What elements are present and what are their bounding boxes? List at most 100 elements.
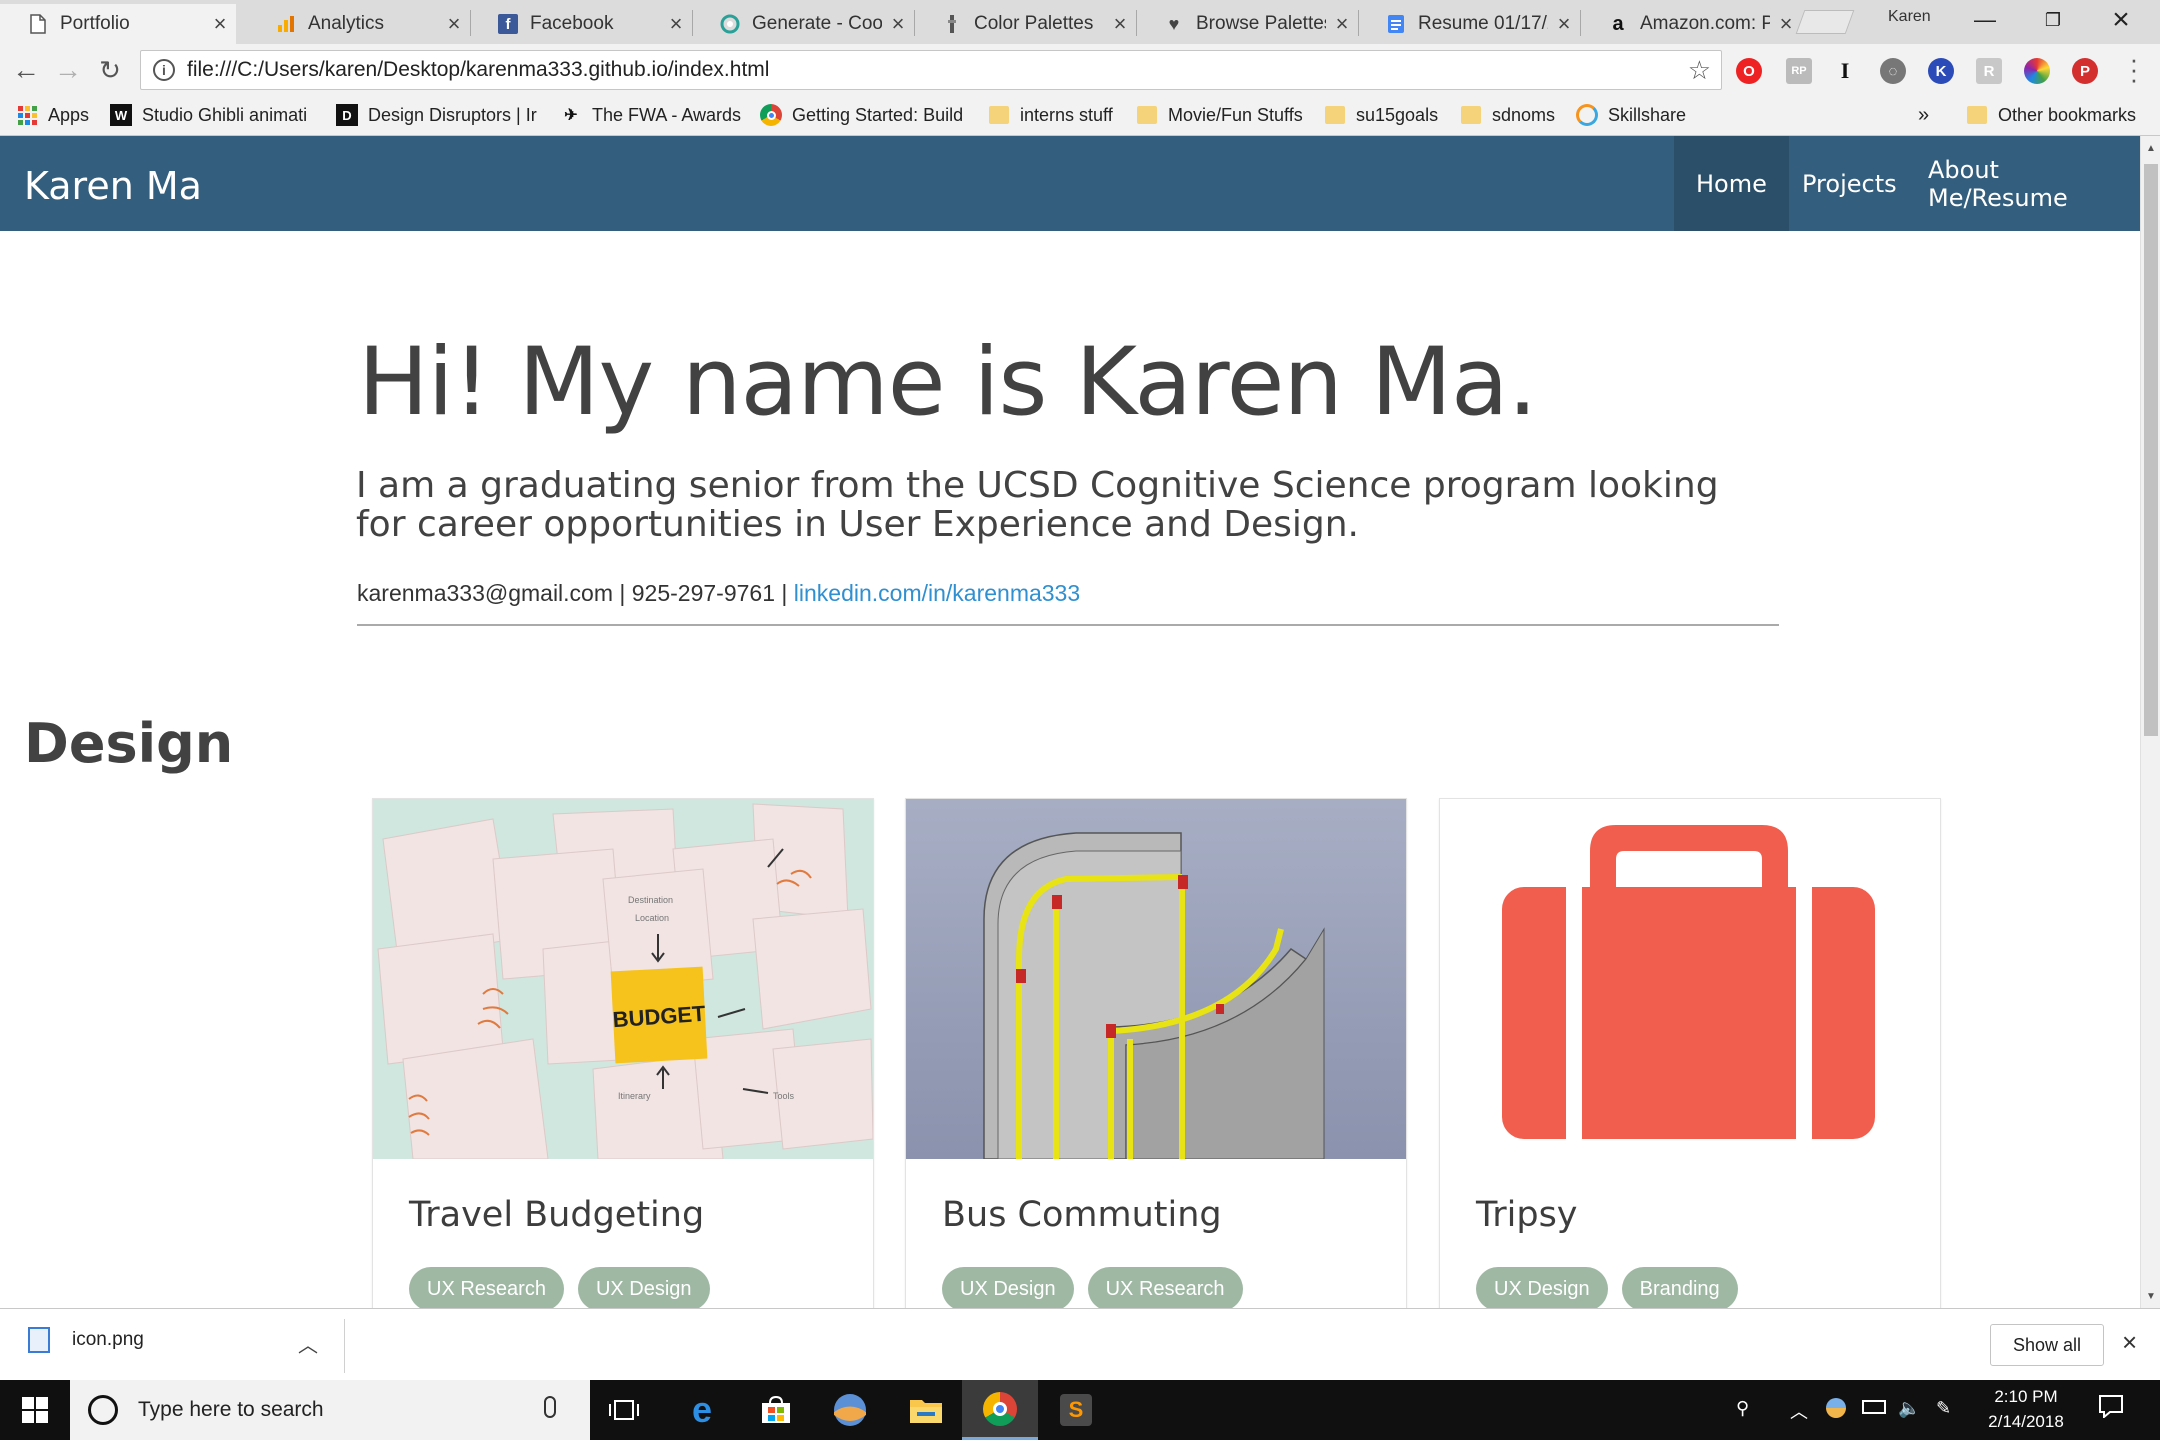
close-icon[interactable]: × — [660, 11, 692, 37]
info-icon[interactable]: i — [153, 59, 175, 81]
browser-menu-icon[interactable]: · · · — [2124, 46, 2144, 92]
battery-icon[interactable] — [1862, 1398, 1886, 1419]
scroll-down-icon[interactable]: ▼ — [2141, 1286, 2160, 1306]
scroll-thumb[interactable] — [2144, 164, 2158, 736]
close-icon[interactable]: × — [1548, 11, 1580, 37]
microphone-icon[interactable] — [544, 1396, 556, 1418]
pinterest-extension-icon[interactable]: P — [2072, 58, 2098, 84]
action-center-icon[interactable] — [2098, 1394, 2124, 1423]
show-all-button[interactable]: Show all — [1990, 1324, 2104, 1366]
bookmark-design-disruptors[interactable]: D Design Disruptors | Ir — [336, 104, 537, 126]
chrome-icon — [760, 104, 782, 126]
k-extension-icon[interactable]: K — [1928, 58, 1954, 84]
project-title[interactable]: Bus Commuting — [942, 1195, 1222, 1235]
tab-title: Generate - Cool — [752, 13, 882, 34]
project-image-bus-model[interactable] — [906, 799, 1406, 1159]
opera-extension-icon[interactable]: O — [1736, 58, 1762, 84]
suitcase-icon[interactable] — [1440, 799, 1940, 1159]
bookmark-skillshare[interactable]: Skillshare — [1576, 104, 1686, 126]
close-icon[interactable]: × — [1104, 11, 1136, 37]
tab-coolors[interactable]: Generate - Cool × — [692, 4, 914, 44]
close-icon[interactable]: × — [1326, 11, 1358, 37]
back-icon[interactable]: ← — [8, 54, 44, 86]
tag-chip[interactable]: UX Research — [409, 1267, 564, 1308]
tag-chip[interactable]: UX Design — [577, 1267, 710, 1308]
taskbar-search-input[interactable]: Type here to search — [70, 1380, 590, 1440]
profile-button[interactable]: Karen — [1888, 8, 1931, 26]
bookmark-folder-movie[interactable]: Movie/Fun Stuffs — [1136, 104, 1303, 126]
bookmark-folder-su15goals[interactable]: su15goals — [1324, 104, 1438, 126]
address-bar[interactable]: i file:///C:/Users/karen/Desktop/karenma… — [140, 50, 1722, 90]
color-picker-extension-icon[interactable] — [2024, 58, 2050, 84]
nav-home[interactable]: Home — [1674, 136, 1789, 231]
bookmark-apps[interactable]: Apps — [16, 104, 89, 126]
bookmarks-overflow-button[interactable]: » — [1918, 104, 1929, 127]
project-card-bus-commuting[interactable]: Bus Commuting UX Design UX Research — [905, 798, 1407, 1308]
people-icon[interactable]: ⚲ — [1736, 1398, 1749, 1419]
file-explorer-icon[interactable] — [888, 1380, 964, 1440]
close-icon[interactable]: × — [438, 11, 470, 37]
bookmark-fwa[interactable]: ✈ The FWA - Awards — [560, 104, 741, 126]
r-extension-icon[interactable]: R — [1976, 58, 2002, 84]
bookmark-star-icon[interactable]: ☆ — [1688, 55, 1711, 86]
page-scrollbar[interactable]: ▲ ▼ — [2140, 136, 2160, 1308]
chevron-up-icon[interactable]: ︿ — [298, 1329, 318, 1358]
pen-workspace-icon[interactable]: ✎ — [1936, 1398, 1951, 1419]
restore-icon[interactable]: ❐ — [2022, 0, 2084, 40]
rp-extension-icon[interactable]: RP — [1786, 58, 1812, 84]
tag-chip[interactable]: Branding — [1621, 1267, 1738, 1308]
page-viewport: Karen Ma Home Projects About Me/Resume H… — [0, 136, 2140, 1308]
forward-icon[interactable]: → — [50, 54, 86, 86]
weather-tray-icon[interactable] — [1826, 1398, 1846, 1423]
close-icon[interactable]: × — [882, 11, 914, 37]
project-title[interactable]: Tripsy — [1476, 1195, 1578, 1235]
tab-title: Facebook — [530, 13, 614, 34]
project-title[interactable]: Travel Budgeting — [409, 1195, 704, 1235]
close-shelf-icon[interactable]: × — [2122, 1327, 2137, 1358]
site-brand[interactable]: Karen Ma — [24, 164, 202, 208]
tab-analytics[interactable]: Analytics × — [248, 4, 470, 44]
tab-facebook[interactable]: f Facebook × — [470, 4, 692, 44]
store-icon[interactable] — [738, 1380, 814, 1440]
bookmark-folder-interns[interactable]: interns stuff — [988, 104, 1113, 126]
heart-icon: ♥ — [1168, 13, 1180, 34]
bookmark-folder-sdnoms[interactable]: sdnoms — [1460, 104, 1555, 126]
project-card-travel-budgeting[interactable]: BUDGET Destination Location Itinerary Tool… — [372, 798, 874, 1308]
bookmark-getting-started[interactable]: Getting Started: Build — [760, 104, 963, 126]
bookmark-other[interactable]: Other bookmarks — [1966, 104, 2136, 126]
reload-icon[interactable]: ↻ — [92, 54, 128, 86]
new-tab-button[interactable] — [1795, 10, 1855, 34]
edge-browser-icon[interactable]: e — [664, 1380, 740, 1440]
volume-icon[interactable]: 🔈 — [1898, 1398, 1920, 1419]
sublime-text-icon[interactable]: S — [1038, 1380, 1114, 1440]
linkedin-link[interactable]: linkedin.com/in/karenma333 — [794, 580, 1080, 606]
window-close-icon[interactable]: × — [2090, 0, 2152, 40]
windows-start-icon[interactable] — [0, 1380, 70, 1440]
project-card-tripsy[interactable]: Tripsy UX Design Branding — [1439, 798, 1941, 1308]
download-item[interactable]: icon.png — [28, 1327, 144, 1353]
tab-amazon[interactable]: a Amazon.com: Ps × — [1580, 4, 1802, 44]
nav-projects[interactable]: Projects — [1780, 136, 1919, 231]
minimize-icon[interactable]: — — [1954, 0, 2016, 40]
url-text[interactable]: file:///C:/Users/karen/Desktop/karenma33… — [187, 58, 769, 82]
tag-chip[interactable]: UX Research — [1087, 1267, 1243, 1308]
tab-color-palettes[interactable]: Color Palettes × — [914, 4, 1136, 44]
project-image-sticky-notes[interactable]: BUDGET Destination Location Itinerary Tool… — [373, 799, 873, 1159]
tab-portfolio[interactable]: Portfolio × — [0, 4, 236, 44]
tray-overflow-icon[interactable]: ︿ — [1790, 1398, 1808, 1424]
nav-about-resume[interactable]: About Me/Resume — [1906, 136, 2140, 231]
tab-resume[interactable]: Resume 01/17/2 × — [1358, 4, 1580, 44]
bookmark-studio-ghibli[interactable]: W Studio Ghibli animati — [110, 104, 307, 126]
tag-chip[interactable]: UX Design — [1476, 1267, 1608, 1308]
instapaper-extension-icon[interactable]: I — [1832, 58, 1858, 84]
close-icon[interactable]: × — [204, 11, 236, 37]
taskbar-clock[interactable]: 2:10 PM 2/14/2018 — [1960, 1384, 2092, 1434]
lightbulb-extension-icon[interactable]: ◌ — [1880, 58, 1906, 84]
scroll-up-icon[interactable]: ▲ — [2141, 138, 2160, 158]
photos-app-icon[interactable] — [812, 1380, 888, 1440]
tab-browse-palettes[interactable]: ♥ Browse Palettes × — [1136, 4, 1358, 44]
bookmark-label: Design Disruptors | Ir — [368, 104, 537, 125]
chrome-taskbar-icon[interactable] — [962, 1380, 1038, 1440]
tag-chip[interactable]: UX Design — [942, 1267, 1074, 1308]
task-view-icon[interactable] — [586, 1380, 662, 1440]
